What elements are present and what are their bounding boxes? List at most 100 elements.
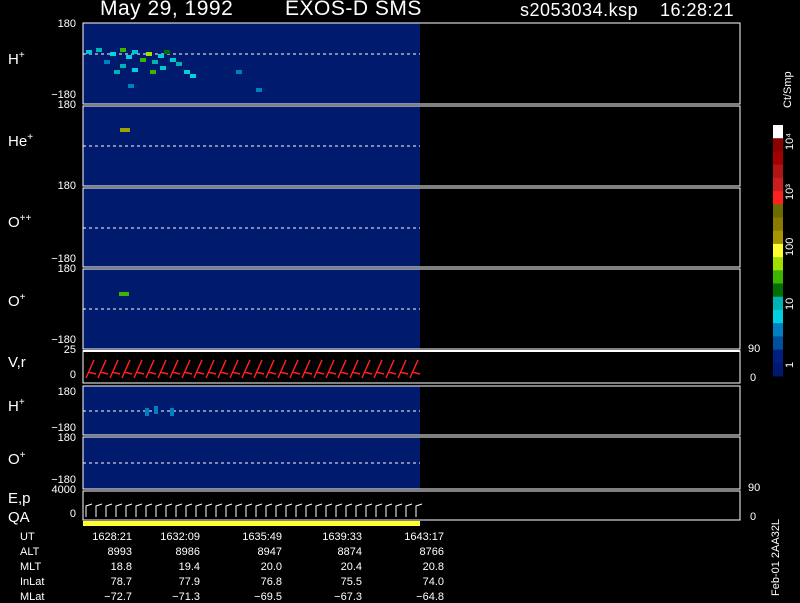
h-plus-data-cell <box>176 62 182 66</box>
panel-label-o-plus-2: O+ <box>8 450 26 468</box>
right-tick-bottom: 0 <box>750 511 757 523</box>
table-cell: 1632:09 <box>160 531 200 543</box>
table-cell: −72.7 <box>104 591 132 603</box>
colorbar-tick: 100 <box>784 237 796 256</box>
h-plus-data-cell <box>132 50 138 54</box>
table-cell: 8947 <box>257 546 282 558</box>
colorbar-segment <box>773 323 783 337</box>
table-row-label: InLat <box>20 576 45 588</box>
h-plus-data-cell <box>126 55 132 59</box>
h-plus-data-cell <box>114 70 120 74</box>
colorbar-segment <box>773 336 783 351</box>
h-plus-data-cell <box>86 50 92 54</box>
ep-energy-trace <box>85 503 423 517</box>
h-plus-data-cell <box>110 52 116 56</box>
panel-background <box>83 23 420 104</box>
h-plus-data-cell <box>150 70 156 74</box>
table-cell: 20.8 <box>422 561 444 573</box>
panel-label-he-plus: He+ <box>8 132 34 150</box>
panel-label-h-plus: H+ <box>8 50 25 68</box>
table-cell: −64.8 <box>416 591 444 603</box>
colorbar-segment <box>773 283 783 298</box>
panel-frame <box>82 490 741 521</box>
colorbar-unit-label: Ct/Smp <box>782 71 794 108</box>
colorbar-segment <box>773 125 783 139</box>
y-tick-top: 180 <box>57 180 76 192</box>
h-plus-data-cell <box>256 88 262 92</box>
h-plus-lower-data-cell <box>154 406 158 414</box>
h-plus-data-cell <box>140 58 146 62</box>
table-cell: −69.5 <box>254 591 282 603</box>
colorbar-segment <box>773 362 783 377</box>
y-tick-top: 180 <box>57 18 76 30</box>
h-plus-data-cell <box>132 68 138 72</box>
h-plus-data-cell <box>164 50 170 54</box>
panel-label-qa: QA <box>8 509 30 526</box>
h-plus-lower-data-cell <box>145 408 149 416</box>
colorbar-segment <box>773 204 783 218</box>
table-cell: 1639:33 <box>322 531 362 543</box>
h-plus-data-cell <box>160 66 166 70</box>
table-cell: 20.4 <box>340 561 362 573</box>
spectrogram-plot <box>82 22 783 526</box>
y-tick-top: 180 <box>57 386 76 398</box>
table-cell: 77.9 <box>178 576 200 588</box>
table-cell: 1628:21 <box>92 531 132 543</box>
h-plus-data-cell <box>146 52 152 56</box>
he-plus-data-cell <box>120 128 130 132</box>
h-plus-data-cell <box>152 60 158 64</box>
side-note: Feb-01 2AA32L <box>770 518 782 596</box>
colorbar-segment <box>773 270 783 285</box>
table-cell: 20.0 <box>260 561 282 573</box>
table-cell: 8993 <box>107 546 132 558</box>
h-plus-data-cell <box>96 48 102 52</box>
colorbar-tick: 10³ <box>784 184 796 200</box>
h-plus-data-cell <box>184 70 190 74</box>
panel-label-vr: V,r <box>8 354 26 371</box>
qa-bar <box>83 521 420 526</box>
colorbar-segment <box>773 243 783 258</box>
colorbar-segment <box>773 309 783 324</box>
h-plus-data-cell <box>104 60 110 64</box>
table-row-label: ALT <box>20 546 40 558</box>
table-cell: 76.8 <box>260 576 282 588</box>
colorbar-segment <box>773 177 783 192</box>
table-cell: −71.3 <box>172 591 200 603</box>
table-cell: 75.5 <box>340 576 362 588</box>
h-plus-data-cell <box>120 64 126 68</box>
table-cell: 74.0 <box>422 576 444 588</box>
right-tick-top: 90 <box>748 343 761 355</box>
table-cell: 78.7 <box>110 576 132 588</box>
right-tick-bottom: 0 <box>750 372 757 384</box>
table-cell: 8874 <box>337 546 362 558</box>
colorbar-segment <box>773 217 783 232</box>
colorbar-segment <box>773 349 783 364</box>
colorbar-tick: 10 <box>784 297 796 310</box>
colorbar-tick: 10⁴ <box>784 133 796 150</box>
table-row-label: UT <box>20 531 35 543</box>
vr-velocity-trace <box>85 359 421 379</box>
h-plus-data-cell <box>158 54 164 58</box>
y-tick-bottom: 0 <box>69 369 76 381</box>
h-plus-lower-data-cell <box>170 408 174 416</box>
colorbar-segment <box>773 230 783 245</box>
table-cell: 8986 <box>175 546 200 558</box>
right-tick-top: 90 <box>748 482 761 494</box>
table-row-label: MLat <box>20 591 45 603</box>
h-plus-data-cell <box>120 48 126 52</box>
colorbar-segment <box>773 164 783 179</box>
panel-label-ep: E,p <box>8 490 31 507</box>
table-cell: −67.3 <box>334 591 362 603</box>
colorbar-segment <box>773 257 783 271</box>
h-plus-data-cell <box>128 84 134 88</box>
h-plus-data-cell <box>236 70 242 74</box>
colorbar-tick: 1 <box>784 361 796 368</box>
colorbar-segment <box>773 151 783 166</box>
table-row-label: MLT <box>20 561 42 573</box>
panel-frame <box>82 350 741 384</box>
h-plus-data-cell <box>190 74 196 78</box>
panel-label-o-plusplus: O++ <box>8 213 32 231</box>
colorbar-segment <box>773 138 783 152</box>
y-tick-top: 180 <box>57 432 76 444</box>
table-cell: 8766 <box>419 546 444 558</box>
